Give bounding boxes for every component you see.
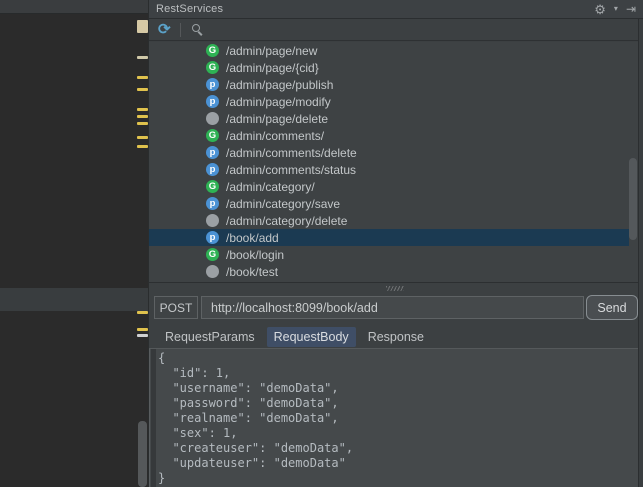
editor-marker — [137, 108, 148, 111]
header-icons: ⚙ ▾ ⇥ — [594, 3, 643, 16]
tab-requestbody[interactable]: RequestBody — [266, 326, 356, 347]
send-button[interactable]: Send — [586, 295, 638, 320]
http-method-icon-get: G — [206, 44, 219, 57]
http-method-icon-get: G — [206, 61, 219, 74]
background-editor — [0, 0, 148, 487]
http-method-icon-delete — [206, 265, 219, 278]
endpoint-path: /admin/comments/ — [226, 128, 325, 143]
editor-marker — [137, 334, 148, 337]
request-tabs: RequestParams RequestBody Response — [149, 325, 638, 348]
endpoint-path: /admin/comments/delete — [226, 145, 357, 160]
http-method-icon-get: G — [206, 129, 219, 142]
endpoint-list[interactable]: G /admin/page/new G /admin/page/{cid} p … — [149, 42, 643, 282]
editor-marker — [137, 311, 148, 314]
http-method-icon-post: p — [206, 78, 219, 91]
endpoint-row[interactable]: p /book/add — [149, 229, 629, 246]
endpoint-path: /admin/page/{cid} — [226, 60, 319, 75]
http-method-icon-post: p — [206, 146, 219, 159]
splitter-grip-icon[interactable] — [386, 286, 404, 291]
refresh-icon[interactable]: ⟳ — [149, 22, 180, 37]
editor-marker — [137, 20, 148, 33]
editor-marker — [137, 122, 148, 125]
endpoint-row[interactable]: G /admin/comments/ — [149, 127, 629, 144]
endpoint-row[interactable]: G /admin/page/new — [149, 42, 629, 59]
screenshot-root: RestServices ⚙ ▾ ⇥ ⟳ G /admin/page/new G… — [0, 0, 643, 487]
panel-splitter[interactable] — [149, 282, 638, 292]
endpoint-row[interactable]: p /admin/comments/status — [149, 161, 629, 178]
editor-marker — [137, 328, 148, 331]
editor-tab-strip — [0, 0, 148, 14]
editor-gutter — [151, 349, 156, 487]
http-method-icon-get: G — [206, 180, 219, 193]
http-method-icon-delete — [206, 112, 219, 125]
list-scrollbar-thumb[interactable] — [629, 158, 637, 240]
panel-right-edge — [638, 19, 643, 487]
endpoint-row[interactable]: p /admin/category/save — [149, 195, 629, 212]
endpoint-row[interactable]: p /admin/page/publish — [149, 76, 629, 93]
endpoint-path: /admin/category/ — [226, 179, 315, 194]
endpoint-path: /book/test — [226, 264, 279, 279]
http-method-icon-delete — [206, 214, 219, 227]
toolbar-separator — [179, 22, 181, 37]
chevron-down-icon[interactable]: ▾ — [614, 5, 618, 13]
http-method-icon-post: p — [206, 163, 219, 176]
http-method-selector[interactable]: POST — [154, 296, 198, 319]
tool-window-title: RestServices — [156, 3, 224, 15]
endpoint-path: /admin/page/delete — [226, 111, 329, 126]
endpoint-row[interactable]: /book/test — [149, 263, 629, 280]
endpoint-row[interactable]: /admin/page/delete — [149, 110, 629, 127]
editor-highlighted-line — [0, 288, 148, 311]
editor-marker — [137, 88, 148, 91]
editor-marker — [137, 136, 148, 139]
request-bar: POST http://localhost:8099/book/add Send — [149, 292, 638, 323]
tab-response[interactable]: Response — [361, 327, 431, 347]
endpoint-path: /admin/comments/status — [226, 162, 357, 177]
request-url-input[interactable]: http://localhost:8099/book/add — [201, 296, 584, 319]
restservices-panel: RestServices ⚙ ▾ ⇥ ⟳ G /admin/page/new G… — [148, 0, 643, 487]
http-method-icon-get: G — [206, 248, 219, 261]
request-body-text[interactable]: { "id": 1, "username": "demoData", "pass… — [158, 351, 353, 486]
editor-marker — [137, 56, 148, 59]
request-body-editor[interactable]: { "id": 1, "username": "demoData", "pass… — [149, 348, 638, 487]
endpoint-row[interactable]: G /admin/category/ — [149, 178, 629, 195]
editor-marker — [137, 145, 148, 148]
panel-toolbar: ⟳ — [149, 19, 643, 41]
endpoint-row[interactable]: p /admin/comments/delete — [149, 144, 629, 161]
endpoint-path: /admin/page/new — [226, 43, 318, 58]
endpoint-row[interactable]: G /admin/page/{cid} — [149, 59, 629, 76]
endpoint-row[interactable]: p /admin/page/modify — [149, 93, 629, 110]
editor-marker — [137, 76, 148, 79]
endpoint-row[interactable]: /admin/category/delete — [149, 212, 629, 229]
endpoint-path: /admin/page/publish — [226, 77, 334, 92]
http-method-icon-post: p — [206, 197, 219, 210]
endpoint-path: /admin/category/save — [226, 196, 341, 211]
search-icon[interactable] — [191, 24, 203, 36]
tool-window-header[interactable]: RestServices ⚙ ▾ ⇥ — [149, 0, 643, 19]
endpoint-path: /admin/page/modify — [226, 94, 331, 109]
gear-icon[interactable]: ⚙ — [594, 3, 606, 16]
editor-marker — [137, 115, 148, 118]
http-method-icon-post: p — [206, 231, 219, 244]
endpoint-path: /admin/category/delete — [226, 213, 348, 228]
editor-scrollbar-thumb[interactable] — [138, 421, 147, 487]
hide-tool-window-icon[interactable]: ⇥ — [626, 3, 636, 15]
endpoint-path: /book/login — [226, 247, 285, 262]
tab-requestparams[interactable]: RequestParams — [158, 327, 262, 347]
endpoint-path: /book/add — [226, 230, 279, 245]
endpoint-row[interactable]: G /book/login — [149, 246, 629, 263]
http-method-icon-post: p — [206, 95, 219, 108]
